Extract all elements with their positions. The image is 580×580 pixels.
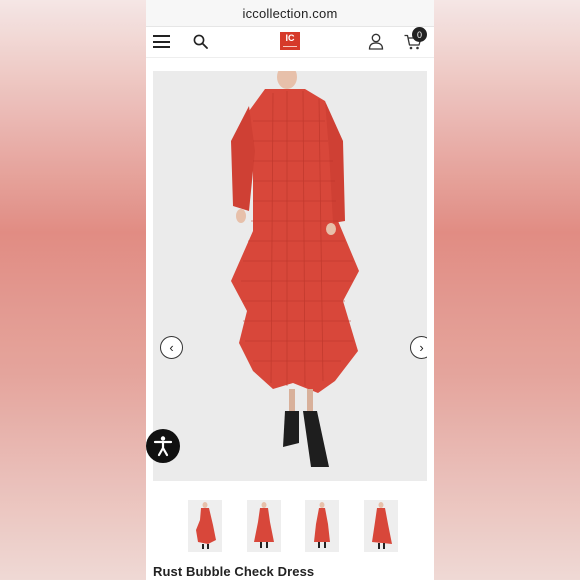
chevron-left-icon: ‹ — [169, 340, 174, 355]
thumbnail-4[interactable] — [363, 500, 398, 552]
gallery-prev-button[interactable]: ‹ — [160, 336, 183, 359]
logo-text: IC — [285, 33, 295, 43]
cart-count-badge: 0 — [412, 27, 427, 42]
menu-icon[interactable] — [153, 35, 170, 48]
site-header: IC 0 — [146, 27, 434, 58]
thumbnail-3[interactable] — [305, 500, 340, 552]
mobile-page: iccollection.com IC 0 ‹ › Rust Bubble Ch… — [146, 0, 434, 580]
background-blur-right — [434, 0, 580, 580]
thumbnail-1[interactable] — [188, 500, 222, 552]
background-blur-left — [0, 0, 146, 580]
product-main-image[interactable]: ‹ › — [153, 71, 427, 481]
accessibility-icon — [153, 436, 173, 457]
search-icon[interactable] — [193, 34, 208, 49]
product-title: Rust Bubble Check Dress — [153, 564, 315, 579]
url-text: iccollection.com — [242, 5, 338, 21]
site-logo[interactable]: IC — [280, 32, 300, 50]
browser-url-bar[interactable]: iccollection.com — [146, 0, 434, 27]
thumbnail-strip — [188, 500, 398, 552]
user-icon[interactable] — [368, 33, 384, 50]
chevron-right-icon: › — [419, 340, 424, 355]
gallery-next-button[interactable]: › — [410, 336, 427, 359]
thumbnail-2[interactable] — [246, 500, 281, 552]
accessibility-button[interactable] — [146, 429, 180, 463]
